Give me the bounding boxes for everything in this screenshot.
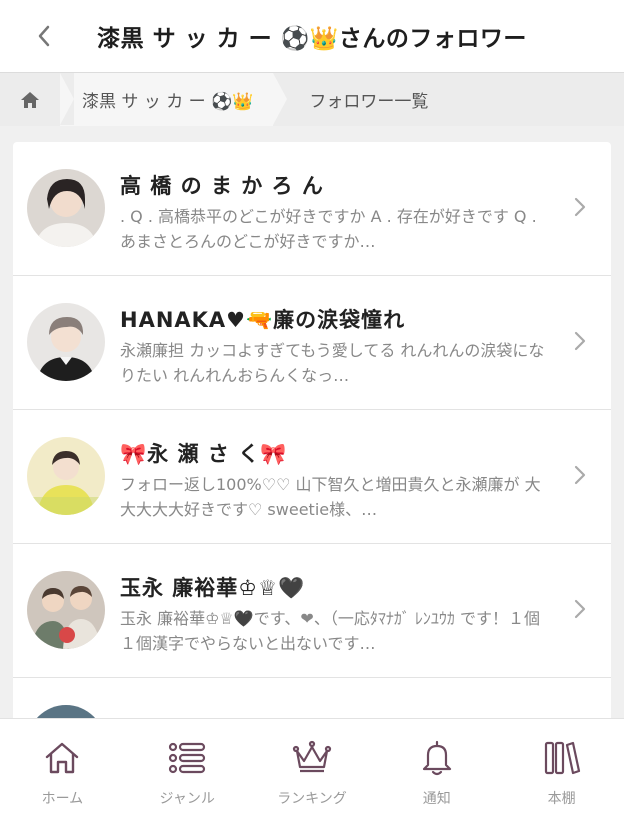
follower-bio: フォロー返し100%♡♡ 山下智久と増田貴久と永瀬廉が 大大大大大好きです♡ s… [120,475,541,519]
back-button[interactable] [26,18,62,54]
nav-label: ランキング [277,791,347,807]
follower-bio: 永瀬廉担 カッコよすぎてもう愛してる れんれんの涙袋になりたい れんれんおらんく… [120,341,545,385]
follower-row[interactable]: 高 橋 の ま か ろ ん . Q . 高橋恭平のどこが好きですか A . 存在… [13,142,611,276]
breadcrumb-home[interactable] [0,73,60,126]
nav-home[interactable]: ホーム [0,719,125,823]
bell-icon [422,740,451,776]
avatar [27,437,105,515]
nav-label: ホーム [41,791,84,807]
nav-label: 本棚 [547,791,576,807]
breadcrumb-current-label: フォロワー一覧 [309,92,429,112]
list-icon [169,742,206,774]
follower-row[interactable]: 🎀永 瀬 さ く🎀 フォロー返し100%♡♡ 山下智久と増田貴久と永瀬廉が 大大… [13,410,611,544]
bookshelf-icon [544,741,580,775]
breadcrumb: 漆黒 サ ッ カ ー ⚽👑 フォロワー一覧 [0,73,624,126]
breadcrumb-current: フォロワー一覧 [273,73,428,126]
breadcrumb-user[interactable]: 漆黒 サ ッ カ ー ⚽👑 [60,73,288,126]
breadcrumb-user-label: 漆黒 サ ッ カ ー ⚽👑 [82,92,254,112]
nav-bookshelf[interactable]: 本棚 [499,719,624,823]
avatar [27,169,105,247]
follower-row[interactable]: HANAKA♥🔫廉の涙袋憧れ 永瀬廉担 カッコよすぎてもう愛してる れんれんの涙… [13,276,611,410]
nav-label: 通知 [422,791,451,807]
home-icon [46,742,79,774]
follower-name: HANAKA♥🔫廉の涙袋憧れ [120,308,406,332]
nav-notifications[interactable]: 通知 [374,719,499,823]
crown-icon [292,740,332,773]
follower-name: 玉永 廉裕華♔♕🖤 [120,576,306,600]
avatar [27,571,105,649]
follower-row[interactable]: 玉永 廉裕華♔♕🖤 玉永 廉裕華♔♕🖤です、❤︎、（一応ﾀﾏﾅｶﾞ ﾚﾝﾕｳｶ … [13,544,611,678]
follower-list: 高 橋 の ま か ろ ん . Q . 高橋恭平のどこが好きですか A . 存在… [13,142,611,722]
chevron-right-icon [573,464,589,488]
chevron-left-icon [38,25,50,47]
follower-bio: . Q . 高橋恭平のどこが好きですか A . 存在が好きです Q . あまさと… [120,207,537,251]
follower-row[interactable] [13,678,611,722]
nav-label: ジャンル [159,791,215,807]
avatar [27,303,105,381]
chevron-right-icon [573,330,589,354]
chevron-right-icon [573,598,589,622]
follower-bio: 玉永 廉裕華♔♕🖤です、❤︎、（一応ﾀﾏﾅｶﾞ ﾚﾝﾕｳｶ です！１個１個漢字で… [120,609,540,653]
follower-name: 高 橋 の ま か ろ ん [120,174,324,198]
bottom-nav: ホーム ジャンル ランキング 通知 本棚 [0,718,624,823]
follower-name: 🎀永 瀬 さ く🎀 [120,442,288,466]
home-icon [21,91,39,108]
app-header: 漆黒 サ ッ カ ー ⚽👑さんのフォロワー [0,0,624,73]
page-title: 漆黒 サ ッ カ ー ⚽👑さんのフォロワー [97,26,527,52]
chevron-right-icon [573,196,589,220]
nav-genre[interactable]: ジャンル [125,719,250,823]
nav-ranking[interactable]: ランキング [250,719,375,823]
